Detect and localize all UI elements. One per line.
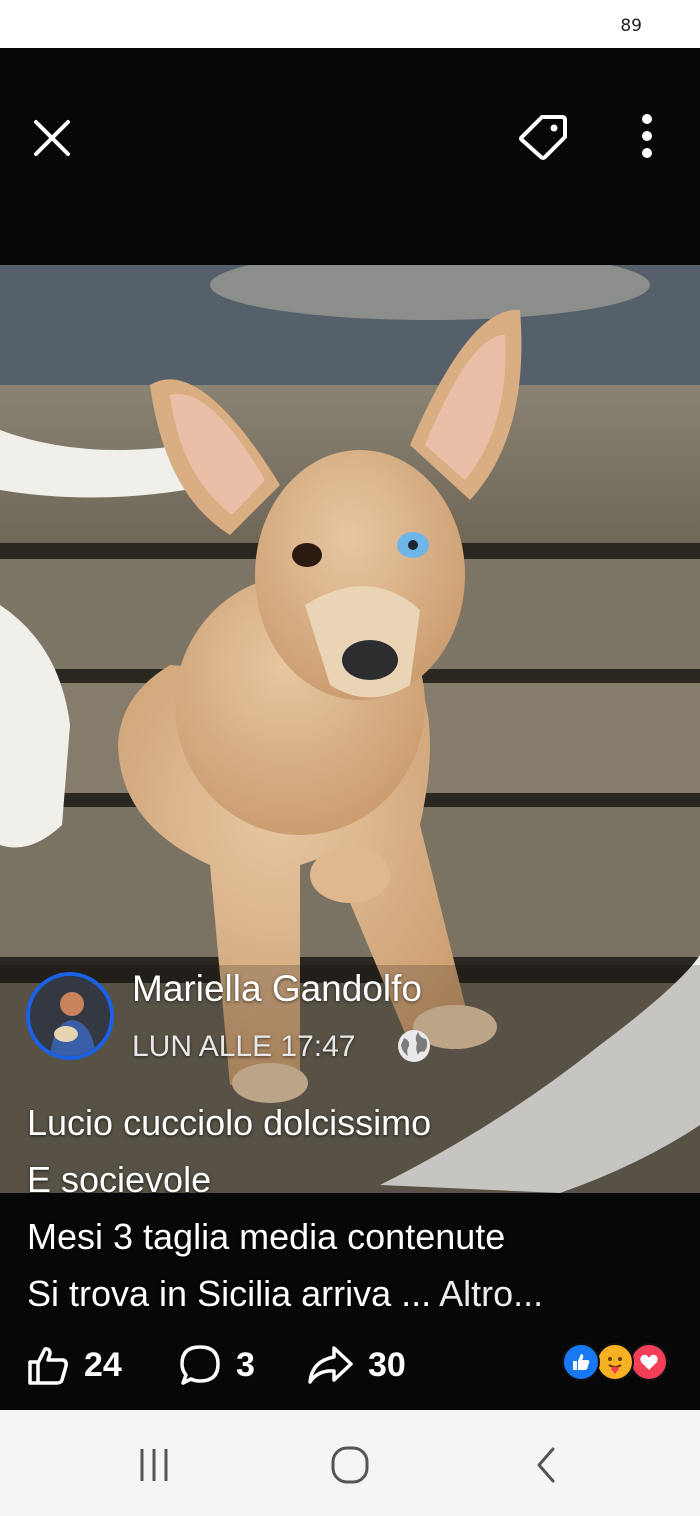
love-reaction-icon xyxy=(630,1343,668,1381)
battery-level: 89 xyxy=(620,16,642,36)
share-count: 30 xyxy=(368,1345,406,1384)
tag-button[interactable] xyxy=(510,106,576,166)
post-author: Mariella Gandolfo LUN ALLE 17:47 xyxy=(26,968,586,1068)
post-caption[interactable]: Lucio cucciolo dolcissimo E socievole Me… xyxy=(27,1094,687,1322)
comment-button[interactable]: 3 xyxy=(178,1340,255,1390)
post-timestamp[interactable]: LUN ALLE 17:47 xyxy=(132,1030,356,1064)
caption-line: Si trova in Sicilia arriva ... Altro... xyxy=(27,1265,687,1322)
share-icon xyxy=(308,1346,353,1384)
author-name[interactable]: Mariella Gandolfo xyxy=(132,968,422,1010)
share-button[interactable]: 30 xyxy=(306,1340,406,1390)
system-nav-bar xyxy=(0,1410,700,1516)
tag-icon xyxy=(519,115,567,160)
viewer-top-bar xyxy=(0,48,700,228)
like-count: 24 xyxy=(84,1345,122,1384)
caption-line: E socievole xyxy=(27,1159,212,1200)
like-button[interactable]: 24 xyxy=(26,1340,122,1390)
recent-apps-button[interactable] xyxy=(124,1440,184,1490)
caption-line-text: Si trova in Sicilia arriva ... xyxy=(27,1273,440,1314)
author-avatar[interactable] xyxy=(26,972,114,1060)
thumbs-up-icon xyxy=(28,1347,68,1385)
comment-count: 3 xyxy=(236,1345,255,1384)
more-vertical-icon xyxy=(642,114,652,158)
home-icon xyxy=(331,1446,369,1484)
back-icon xyxy=(537,1447,555,1483)
more-options-button[interactable] xyxy=(624,106,670,166)
comment-icon xyxy=(180,1345,220,1385)
status-bar: 89 xyxy=(0,0,700,48)
reaction-summary[interactable] xyxy=(562,1343,672,1383)
recent-apps-icon xyxy=(140,1449,168,1481)
caption-line: Mesi 3 taglia media contenute xyxy=(27,1216,506,1257)
home-button[interactable] xyxy=(320,1440,380,1490)
like-reaction-icon xyxy=(562,1343,600,1381)
see-more-link[interactable]: Altro... xyxy=(439,1273,543,1314)
back-button[interactable] xyxy=(516,1440,576,1490)
caption-line: Lucio cucciolo dolcissimo xyxy=(27,1102,432,1143)
globe-icon xyxy=(398,1030,430,1062)
close-button[interactable] xyxy=(22,110,82,166)
close-icon xyxy=(34,120,70,156)
care-reaction-icon xyxy=(596,1343,634,1381)
